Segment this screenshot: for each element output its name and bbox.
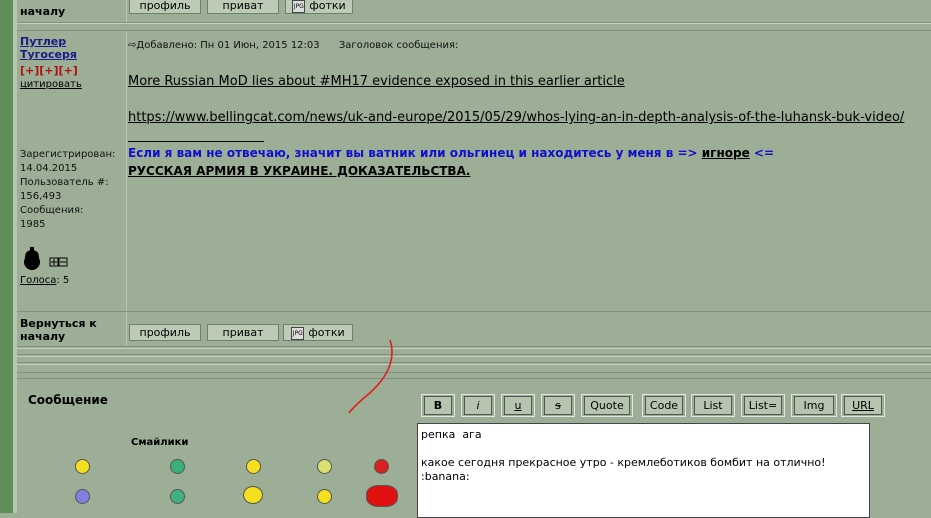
url-button[interactable]: URL — [844, 396, 882, 415]
photos-icon: JPG — [291, 326, 305, 340]
row-divider — [17, 372, 931, 373]
ignore-link[interactable]: игноре — [702, 146, 750, 160]
profile-button[interactable]: профиль — [129, 324, 201, 341]
message-textarea[interactable]: репка ага какое сегодня прекрасное утро … — [417, 423, 870, 518]
post-header: ⇨Добавлено: Пн 01 Июн, 2015 12:03 Заголо… — [128, 40, 458, 51]
author-info: Зарегистрирован: 14.04.2015 Пользователь… — [20, 148, 115, 232]
quote-button[interactable]: Quote — [584, 396, 630, 415]
sad-icon[interactable] — [75, 489, 90, 504]
photos-button-top[interactable]: JPG фотки — [285, 0, 353, 14]
bold-button[interactable]: B — [424, 396, 452, 415]
reputation-plus[interactable]: [+][+][+] — [20, 64, 78, 77]
underline-button[interactable]: u — [504, 396, 532, 415]
photos-label: фотки — [309, 0, 346, 12]
smilies-label: Смайлики — [131, 437, 189, 448]
signature-separator — [128, 141, 264, 142]
votes: Голоса: 5 — [20, 275, 69, 286]
confused-icon[interactable] — [170, 489, 185, 504]
forum-thread: началу профиль приват JPG фотки Путлер Туг… — [17, 0, 931, 380]
grin-icon[interactable] — [170, 459, 185, 474]
top-post-footer: началу профиль приват JPG фотки — [17, 0, 931, 22]
back-to-top[interactable]: Вернуться к началу — [20, 317, 97, 343]
explode-icon[interactable] — [366, 485, 398, 507]
votes-value: : 5 — [56, 275, 70, 286]
row-divider — [17, 378, 931, 379]
row-divider-light — [17, 23, 931, 24]
bellingcat-link[interactable]: https://www.bellingcat.com/news/uk-and-e… — [128, 110, 904, 125]
back-to-top-label: началу — [20, 5, 66, 18]
ordered-list-button[interactable]: List= — [744, 396, 782, 415]
code-button[interactable]: Code — [645, 396, 683, 415]
smile-icon[interactable] — [75, 459, 90, 474]
photos-icon: JPG — [292, 0, 306, 13]
row-divider-light — [17, 364, 931, 365]
row-divider — [17, 362, 931, 363]
messages-label: Сообщения: — [20, 205, 84, 216]
wink-icon[interactable] — [317, 489, 332, 504]
italic-button[interactable]: i — [464, 396, 492, 415]
row-divider — [17, 354, 931, 355]
row-divider — [17, 346, 931, 347]
votes-link[interactable]: Голоса — [20, 275, 56, 286]
left-frame-strip — [0, 0, 13, 513]
message-label: Сообщение — [28, 393, 108, 407]
image-button[interactable]: Img — [794, 396, 834, 415]
pm-button-top[interactable]: приват — [207, 0, 279, 14]
registered-date: 14.04.2015 — [20, 163, 78, 174]
angry-icon[interactable] — [374, 459, 389, 474]
dance-icon[interactable] — [243, 486, 263, 504]
sick-icon[interactable] — [317, 459, 332, 474]
post-text-line[interactable]: More Russian MoD lies about #MH17 eviden… — [128, 74, 625, 89]
user-number-label: Пользователь #: — [20, 177, 109, 188]
profile-button-top[interactable]: профиль — [129, 0, 201, 14]
signature-line1: Если я вам не отвечаю, значит вы ватник … — [128, 146, 775, 160]
registered-label: Зарегистрирован: — [20, 149, 116, 160]
list-button[interactable]: List — [694, 396, 732, 415]
row-divider-light — [17, 348, 931, 349]
online-status-icon — [24, 247, 68, 270]
signature-line2[interactable]: РУССКАЯ АРМИЯ В УКРАИНЕ. ДОКАЗАТЕЛЬСТВА. — [128, 164, 470, 178]
happy-icon[interactable] — [246, 459, 261, 474]
author-name[interactable]: Путлер Тугосеря — [20, 35, 77, 61]
user-number: 156,493 — [20, 191, 62, 202]
post-date: Добавлено: Пн 01 Июн, 2015 12:03 — [136, 40, 320, 51]
row-divider-light — [17, 356, 931, 357]
post-subject-label: Заголовок сообщения: — [338, 40, 459, 51]
messages-count: 1985 — [20, 219, 46, 230]
strike-button[interactable]: s — [544, 396, 572, 415]
pm-button[interactable]: приват — [207, 324, 279, 341]
quote-link[interactable]: цитировать — [20, 79, 82, 90]
annotation-stroke — [348, 339, 393, 414]
